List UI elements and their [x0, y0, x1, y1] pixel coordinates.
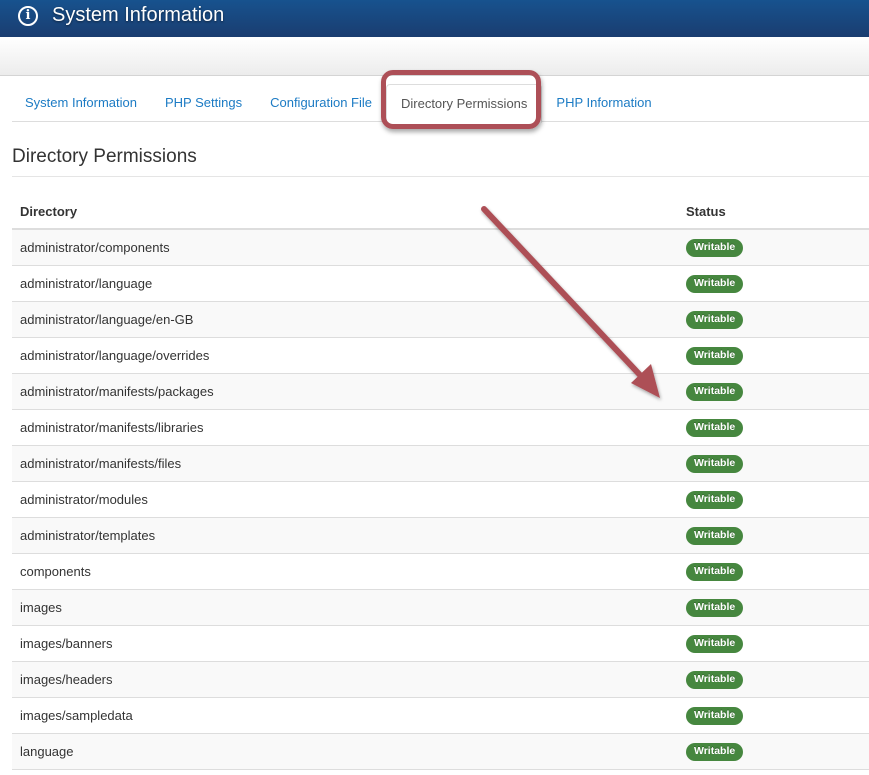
status-cell: Writable: [678, 480, 869, 517]
directory-cell: administrator/language/en-GB: [12, 300, 678, 337]
directory-cell: administrator/manifests/files: [12, 444, 678, 481]
directory-cell: administrator/components: [12, 228, 678, 265]
directory-cell: administrator/language: [12, 264, 678, 301]
status-badge: Writable: [686, 454, 744, 473]
status-cell: Writable: [678, 696, 869, 733]
status-cell: Writable: [678, 732, 869, 770]
status-cell: Writable: [678, 264, 869, 301]
directory-cell: components: [12, 552, 678, 589]
directory-cell: language: [12, 732, 678, 770]
table-header-row: Directory Status: [12, 194, 869, 230]
status-badge: Writable: [686, 598, 744, 617]
app-title: System Information: [52, 4, 225, 26]
table-row: administrator/manifests/files Writable: [12, 444, 869, 481]
status-badge: Writable: [686, 742, 744, 761]
permissions-table: Directory Status administrator/component…: [12, 194, 869, 770]
directory-cell: administrator/manifests/packages: [12, 372, 678, 409]
status-cell: Writable: [678, 444, 869, 481]
status-cell: Writable: [678, 300, 869, 337]
tab-configuration-file[interactable]: Configuration File: [256, 84, 386, 122]
table-row: administrator/manifests/packages Writable: [12, 372, 869, 409]
directory-cell: images/sampledata: [12, 696, 678, 733]
status-badge: Writable: [686, 418, 744, 437]
status-badge: Writable: [686, 238, 744, 257]
column-header-status: Status: [678, 194, 869, 230]
table-row: administrator/modules Writable: [12, 480, 869, 517]
directory-cell: administrator/language/overrides: [12, 336, 678, 373]
tab-directory-permissions[interactable]: Directory Permissions: [385, 84, 543, 123]
directory-cell: administrator/modules: [12, 480, 678, 517]
info-icon: i: [18, 5, 38, 26]
tab-system-information[interactable]: System Information: [12, 84, 151, 122]
directory-cell: images/banners: [12, 624, 678, 661]
tab-bar: System Information PHP Settings Configur…: [12, 84, 869, 123]
status-badge: Writable: [686, 274, 744, 293]
table-row: images/banners Writable: [12, 624, 869, 661]
top-header-bar: i System Information: [0, 0, 869, 37]
status-badge: Writable: [686, 346, 744, 365]
table-row: language Writable: [12, 732, 869, 770]
status-cell: Writable: [678, 588, 869, 625]
status-cell: Writable: [678, 372, 869, 409]
table-row: images/sampledata Writable: [12, 696, 869, 733]
status-cell: Writable: [678, 408, 869, 445]
status-cell: Writable: [678, 516, 869, 553]
directory-cell: administrator/manifests/libraries: [12, 408, 678, 445]
status-badge: Writable: [686, 670, 744, 689]
table-row: administrator/language/overrides Writable: [12, 336, 869, 373]
status-cell: Writable: [678, 336, 869, 373]
table-row: administrator/language Writable: [12, 264, 869, 301]
status-badge: Writable: [686, 562, 744, 581]
status-badge: Writable: [686, 382, 744, 401]
table-row: administrator/components Writable: [12, 228, 869, 265]
status-badge: Writable: [686, 310, 744, 329]
status-badge: Writable: [686, 634, 744, 653]
status-cell: Writable: [678, 660, 869, 697]
page-title: Directory Permissions: [12, 146, 197, 167]
table-row: images/headers Writable: [12, 660, 869, 697]
status-badge: Writable: [686, 706, 744, 725]
status-cell: Writable: [678, 228, 869, 265]
toolbar-area: [0, 37, 869, 76]
table-row: administrator/manifests/libraries Writabl…: [12, 408, 869, 445]
column-header-directory: Directory: [12, 194, 678, 230]
table-body: administrator/components Writable administ…: [12, 228, 869, 770]
directory-cell: images: [12, 588, 678, 625]
status-badge: Writable: [686, 526, 744, 545]
status-cell: Writable: [678, 552, 869, 589]
directory-cell: administrator/templates: [12, 516, 678, 553]
status-badge: Writable: [686, 490, 744, 509]
directory-cell: images/headers: [12, 660, 678, 697]
table-row: administrator/language/en-GB Writable: [12, 300, 869, 337]
tab-php-information[interactable]: PHP Information: [542, 84, 665, 122]
table-row: images Writable: [12, 588, 869, 625]
table-row: administrator/templates Writable: [12, 516, 869, 553]
title-divider: [12, 176, 869, 177]
tab-php-settings[interactable]: PHP Settings: [151, 84, 256, 122]
status-cell: Writable: [678, 624, 869, 661]
table-row: components Writable: [12, 552, 869, 589]
